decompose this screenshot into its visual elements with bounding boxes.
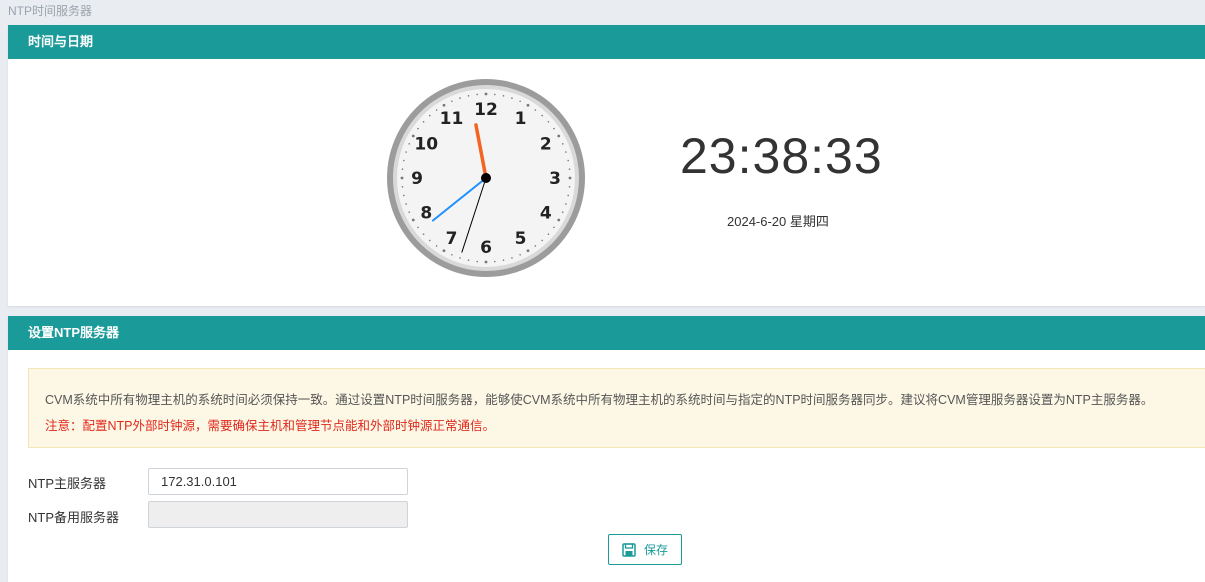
clock-tick bbox=[467, 259, 470, 261]
primary-server-input[interactable] bbox=[148, 468, 408, 495]
backup-server-label: NTP备用服务器 bbox=[28, 510, 120, 525]
clock-tick bbox=[534, 109, 537, 111]
clock-tick bbox=[568, 168, 571, 171]
clock-tick bbox=[459, 257, 461, 259]
clock-tick bbox=[519, 253, 521, 256]
clock-numeral: 6 bbox=[480, 238, 492, 258]
save-button[interactable]: 保存 bbox=[608, 534, 682, 565]
clock-numeral: 7 bbox=[446, 229, 458, 249]
clock-tick bbox=[476, 260, 479, 263]
backup-server-input[interactable] bbox=[148, 501, 408, 528]
time-date-panel-title: 时间与日期 bbox=[8, 25, 1205, 59]
clock-numeral: 2 bbox=[540, 135, 552, 155]
clock-tick bbox=[502, 259, 505, 261]
ntp-server-panel: 设置NTP服务器 CVM系统中所有物理主机的系统时间必须保持一致。通过设置NTP… bbox=[8, 316, 1205, 582]
clock-tick bbox=[565, 203, 567, 205]
digital-time: 23:38:33 bbox=[680, 128, 883, 184]
clock-tick bbox=[519, 100, 521, 103]
clock-tick bbox=[408, 143, 411, 145]
clock-tick bbox=[553, 226, 555, 229]
clock-tick bbox=[561, 143, 564, 145]
clock-tick bbox=[568, 185, 571, 188]
clock-tick bbox=[408, 211, 411, 213]
date-text: 2024-6-20 星期四 bbox=[727, 214, 829, 229]
clock-tick bbox=[541, 114, 544, 117]
clock-numeral: 4 bbox=[540, 204, 552, 224]
clock-tick bbox=[405, 151, 407, 153]
clock-tick bbox=[422, 120, 425, 123]
clock-tick bbox=[567, 159, 569, 162]
clock-tick bbox=[547, 120, 550, 123]
clock-tick bbox=[428, 114, 431, 117]
clock-tick bbox=[476, 93, 479, 96]
clock-numeral: 11 bbox=[440, 109, 464, 129]
clock-tick bbox=[451, 100, 453, 103]
clock-tick bbox=[511, 97, 513, 99]
time-date-panel: 时间与日期 12 1 2 3 4 5 6 7 8 9 10 11 23:38:33 2024-6-20… bbox=[8, 25, 1205, 306]
clock-tick bbox=[459, 97, 461, 99]
save-button-label: 保存 bbox=[643, 543, 668, 557]
clock-center-pin bbox=[481, 173, 491, 183]
clock-numeral: 8 bbox=[420, 204, 432, 224]
clock-tick bbox=[417, 127, 419, 130]
clock-tick bbox=[534, 245, 537, 247]
clock-numeral: 5 bbox=[515, 229, 527, 249]
clock-tick bbox=[405, 203, 407, 205]
clock-tick bbox=[435, 109, 438, 111]
clock-tick bbox=[403, 159, 405, 162]
clock-tick bbox=[553, 127, 555, 130]
clock-tick bbox=[417, 226, 419, 229]
clock-tick bbox=[400, 176, 404, 180]
clock-tick bbox=[493, 260, 496, 263]
clock-tick bbox=[493, 93, 496, 96]
clock-numeral: 10 bbox=[414, 135, 438, 155]
clock-tick bbox=[526, 103, 530, 107]
clock-tick bbox=[561, 211, 564, 213]
clock-tick bbox=[526, 249, 530, 253]
clock-numeral: 12 bbox=[474, 100, 498, 120]
clock-tick bbox=[442, 103, 446, 107]
clock-tick bbox=[467, 95, 470, 97]
clock-tick bbox=[401, 168, 404, 171]
notice-box: CVM系统中所有物理主机的系统时间必须保持一致。通过设置NTP时间服务器，能够使… bbox=[28, 368, 1205, 448]
clock-tick bbox=[557, 218, 561, 222]
clock-tick bbox=[422, 233, 425, 236]
primary-server-label: NTP主服务器 bbox=[28, 476, 107, 491]
analog-clock: 12 12 3 45 6 78 9 1011 bbox=[387, 79, 585, 277]
clock-tick bbox=[403, 194, 405, 197]
clock-tick bbox=[557, 134, 561, 138]
save-icon bbox=[622, 542, 636, 557]
notice-warning-text: 注意：配置NTP外部时钟源，需要确保主机和管理节点能和外部时钟源正常通信。 bbox=[45, 419, 496, 433]
clock-tick bbox=[541, 239, 544, 242]
breadcrumb: NTP时间服务器 bbox=[8, 4, 93, 18]
clock-tick bbox=[435, 245, 438, 247]
clock-tick bbox=[567, 194, 569, 197]
clock-tick bbox=[484, 92, 488, 96]
clock-tick bbox=[502, 95, 505, 97]
clock-tick bbox=[401, 185, 404, 188]
clock-numeral: 3 bbox=[549, 169, 561, 189]
clock-tick bbox=[511, 257, 513, 259]
clock-tick bbox=[484, 260, 488, 264]
clock-numeral: 9 bbox=[411, 169, 423, 189]
clock-numeral: 1 bbox=[515, 109, 527, 129]
clock-tick bbox=[568, 176, 572, 180]
notice-text: CVM系统中所有物理主机的系统时间必须保持一致。通过设置NTP时间服务器，能够使… bbox=[45, 393, 1154, 407]
clock-tick bbox=[451, 253, 453, 256]
clock-tick bbox=[565, 151, 567, 153]
clock-tick bbox=[442, 249, 446, 253]
clock-tick bbox=[428, 239, 431, 242]
ntp-panel-title: 设置NTP服务器 bbox=[8, 316, 1205, 350]
clock-tick bbox=[547, 233, 550, 236]
clock-tick bbox=[411, 218, 415, 222]
